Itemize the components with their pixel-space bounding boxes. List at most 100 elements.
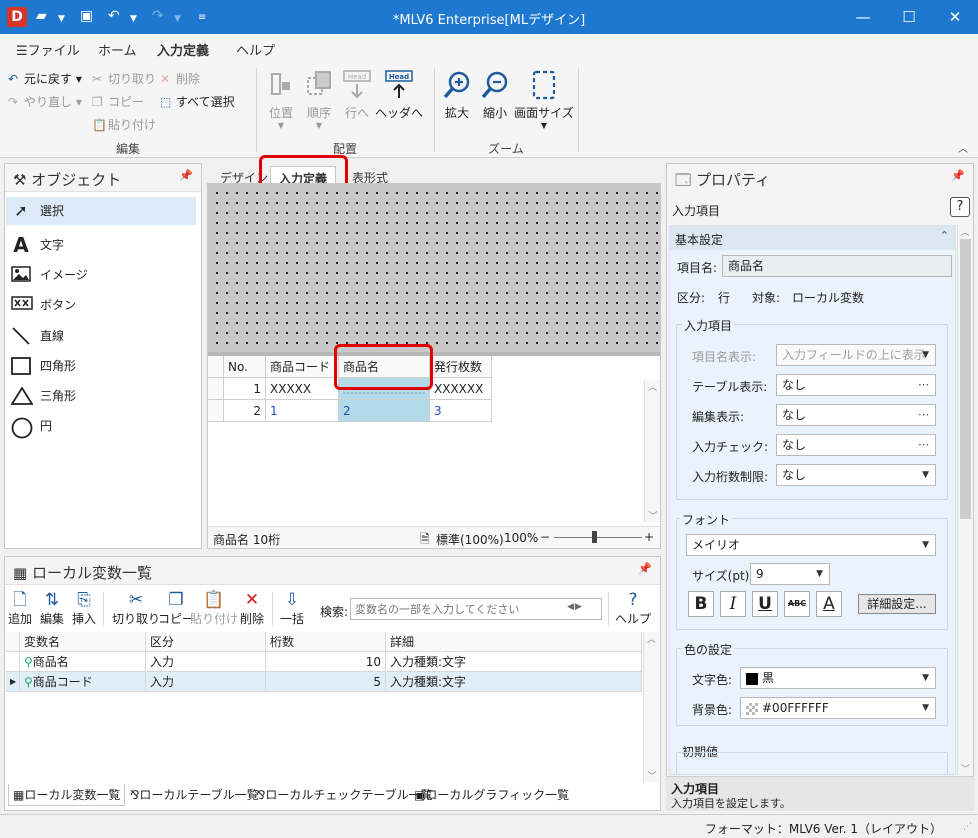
zoom-slider-thumb[interactable]	[592, 531, 597, 543]
undo-button[interactable]: ↶ 元に戻す ▾	[8, 70, 82, 87]
object-button[interactable]: ボタン	[6, 291, 196, 319]
column-header-product-code[interactable]: 商品コード	[266, 356, 339, 378]
scrollbar-thumb[interactable]	[960, 239, 971, 519]
column-header-variable-name[interactable]: 変数名	[20, 632, 146, 652]
chevron-down-icon: ▼	[922, 703, 929, 713]
cell-issue-count-index[interactable]: 3	[430, 400, 492, 422]
font-color-button[interactable]: A	[816, 591, 842, 617]
toolbar-separator	[103, 592, 104, 626]
object-image[interactable]: イメージ	[6, 261, 196, 289]
input-digit-limit-dropdown[interactable]: なし ▼	[776, 464, 936, 486]
insert-variable-button[interactable]: ⎘ 挿入	[72, 590, 96, 627]
scroll-up-icon[interactable]: ︿	[958, 225, 972, 238]
cell-detail[interactable]: 入力種類:文字	[386, 652, 642, 672]
cell-kind[interactable]: 入力	[146, 672, 266, 692]
object-circle[interactable]: 円	[6, 412, 196, 440]
cell-digits[interactable]: 5	[266, 672, 386, 692]
strikethrough-button[interactable]: ABC	[784, 591, 810, 617]
minimize-button[interactable]: —	[840, 0, 886, 34]
zoom-plus-button[interactable]: +	[644, 530, 654, 544]
table-display-field[interactable]: なし ⋯	[776, 374, 936, 396]
tab-home[interactable]: ホーム	[98, 40, 137, 59]
ellipsis-icon[interactable]: ⋯	[918, 435, 929, 455]
collapse-chevron-icon[interactable]: ⌃	[940, 229, 949, 242]
text-color-dropdown[interactable]: 黒 ▼	[740, 667, 936, 689]
batch-button[interactable]: ⇩ 一括	[280, 590, 304, 627]
cell-issue-count[interactable]: XXXXXX	[430, 378, 492, 400]
add-variable-button[interactable]: 🗋 追加	[8, 590, 32, 627]
object-line[interactable]: 直線	[6, 322, 196, 350]
properties-scrollbar[interactable]: ︿ ﹀	[957, 225, 972, 775]
font-name-dropdown[interactable]: メイリオ ▼	[686, 534, 936, 556]
cell-product-code-index[interactable]: 1	[266, 400, 339, 422]
tab-local-variables[interactable]: ▦ローカル変数一覧	[8, 784, 126, 806]
tab-help[interactable]: ヘルプ	[236, 40, 275, 59]
tab-local-check-tables[interactable]: ⅋ローカルチェックテーブル一覧	[256, 786, 433, 803]
font-detail-button[interactable]: 詳細設定...	[858, 594, 936, 614]
cell-detail[interactable]: 入力種類:文字	[386, 672, 642, 692]
pin-icon[interactable]: 📌	[179, 169, 193, 182]
column-header-issue-count[interactable]: 発行枚数	[430, 356, 492, 378]
pin-icon[interactable]: 📌	[638, 562, 652, 575]
delete-variable-button[interactable]: ✕ 削除	[240, 590, 264, 627]
select-all-button[interactable]: ⬚ すべて選択	[160, 93, 235, 110]
item-name-field[interactable]: 商品名	[722, 255, 952, 277]
cell-product-code[interactable]: XXXXX	[266, 378, 339, 400]
edit-display-field[interactable]: なし ⋯	[776, 404, 936, 426]
search-nav-icon[interactable]: ◀▶	[567, 602, 583, 612]
scroll-down-icon[interactable]: ﹀	[958, 762, 973, 775]
tab-input-definition[interactable]: 入力定義	[157, 40, 210, 64]
header-design-area[interactable]	[208, 184, 660, 352]
row-header[interactable]	[6, 652, 20, 672]
ellipsis-icon[interactable]: ⋯	[918, 375, 929, 395]
cut-variable-button[interactable]: ✂ 切り取り	[112, 590, 160, 627]
help-button[interactable]: ?	[950, 197, 970, 217]
grid-scrollbar[interactable]: ︿ ﹀	[644, 380, 660, 522]
scroll-up-icon[interactable]: ︿	[644, 632, 659, 645]
maximize-button[interactable]: ☐	[886, 0, 932, 34]
underline-button[interactable]: U	[752, 591, 778, 617]
zoom-minus-button[interactable]: −	[540, 530, 550, 544]
zoom-slider[interactable]	[554, 537, 642, 538]
collapse-ribbon-icon[interactable]: ︿	[958, 140, 968, 155]
current-row-indicator[interactable]: ▶	[6, 672, 20, 692]
copy-variable-button[interactable]: ❐ コピー	[158, 590, 194, 627]
column-header-no[interactable]: No.	[224, 356, 266, 378]
basic-section-header[interactable]: 基本設定 ⌃	[670, 226, 955, 250]
cell-product-name-index[interactable]: 2	[339, 400, 430, 422]
tab-local-tables[interactable]: ⅋ローカルテーブル一覧	[130, 786, 259, 803]
table-row[interactable]: ⚲商品名	[20, 652, 146, 672]
table-row[interactable]: ⚲商品コード	[20, 672, 146, 692]
object-triangle[interactable]: 三角形	[6, 382, 196, 410]
close-button[interactable]: ✕	[932, 0, 978, 34]
ellipsis-icon[interactable]: ⋯	[918, 405, 929, 425]
object-select[interactable]: ➚ 選択	[6, 197, 196, 225]
bold-button[interactable]: B	[688, 591, 714, 617]
variables-scrollbar[interactable]: ︿ ﹀	[643, 632, 659, 782]
object-text[interactable]: A 文字	[6, 231, 196, 259]
cell-digits[interactable]: 10	[266, 652, 386, 672]
column-header-digits[interactable]: 桁数	[266, 632, 386, 652]
to-header-button[interactable]: Head ヘッダへ	[374, 70, 424, 121]
object-rectangle[interactable]: 四角形	[6, 352, 196, 380]
column-header-detail[interactable]: 詳細	[386, 632, 642, 652]
input-check-field[interactable]: なし ⋯	[776, 434, 936, 456]
tab-file[interactable]: ☰ファイル	[16, 40, 80, 59]
italic-button[interactable]: I	[720, 591, 746, 617]
cell-kind[interactable]: 入力	[146, 652, 266, 672]
background-color-dropdown[interactable]: #00FFFFFF ▼	[740, 697, 936, 719]
scroll-down-icon[interactable]: ﹀	[645, 509, 661, 522]
screen-size-button[interactable]: 画面サイズ ▼	[512, 70, 576, 130]
scroll-down-icon[interactable]: ﹀	[644, 769, 660, 782]
variable-search-input[interactable]	[350, 598, 602, 620]
properties-icon: 🗔	[675, 171, 692, 189]
pin-icon[interactable]: 📌	[951, 169, 965, 182]
resize-grip-icon[interactable]: ⋰	[963, 822, 972, 832]
font-size-dropdown[interactable]: 9 ▼	[750, 563, 830, 585]
column-header-kind[interactable]: 区分	[146, 632, 266, 652]
zoom-mode[interactable]: 標準(100%)	[436, 531, 504, 548]
edit-variable-button[interactable]: ⇅ 編集	[40, 590, 64, 627]
help-button[interactable]: ? ヘルプ	[615, 590, 651, 627]
tab-local-graphics[interactable]: ▣ローカルグラフィック一覧	[414, 786, 569, 803]
scroll-up-icon[interactable]: ︿	[645, 380, 660, 393]
